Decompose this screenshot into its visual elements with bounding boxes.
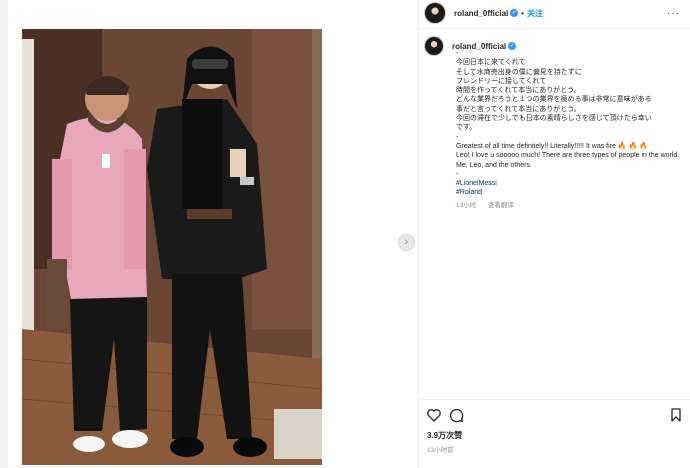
caption-line: 時間を作ってくれて本当にありがとう。 [456,87,581,95]
caption-line: です。 [456,124,477,132]
caption-english: Greatest of all time definitely!! Litera… [456,142,648,150]
caption-line: フレンドリーに接してくれて [456,77,547,85]
post-timestamp: 13小时前 [427,447,454,454]
hashtag-link[interactable]: #LionelMessi [456,179,688,188]
caption: roland_0fficial ✓ - 今回日本に来てくれて そして水商売出身の… [424,35,686,209]
caption-line: 今回日本に来てくれて [456,59,526,67]
caption-line: 事だと言ってくれて本当にありがとう。 [456,105,581,113]
caption-avatar[interactable] [424,36,444,56]
caption-english-2: Leo! I love u sooooo much! There are thr… [456,152,680,169]
caption-line: - [456,50,459,57]
post-photo[interactable] [22,29,322,465]
caption-line: 今回の滞在で少しでも日本の素晴らしさを感じて頂けたら幸い [456,115,652,123]
panel-divider [418,0,419,468]
heart-icon[interactable] [426,407,442,423]
likes-count[interactable]: 3.9万次赞 [427,430,462,441]
caption-time: 13小时 [456,201,477,209]
separator-dot: • [521,8,525,18]
post-media [12,22,412,465]
caption-line: どんな業界だろうと１つの業界を極める事は非常に意味がある [456,96,652,104]
see-translation-button[interactable]: 查看翻译 [488,202,514,209]
actions-divider [419,399,690,400]
left-margin [0,0,8,468]
caption-line: そして水商売出身の僕に偏見を持たずに [456,68,582,76]
caption-meta: 13小时 查看翻译 [456,201,688,210]
header-divider [419,28,690,29]
post-header: roland_0fficial ✓ • 关注 ··· [424,0,690,26]
verified-badge-icon: ✓ [510,9,519,17]
avatar[interactable] [424,2,446,24]
photo-image [22,29,322,465]
action-bar [426,407,684,423]
caption-line: - [456,170,459,178]
more-options-icon[interactable]: ··· [667,8,680,19]
caption-text: - 今回日本に来てくれて そして水商売出身の僕に偏見を持たずに フレンドリーに接… [456,49,688,210]
comment-icon[interactable] [448,407,464,423]
follow-button[interactable]: 关注 [527,8,543,19]
bookmark-icon[interactable] [668,407,684,423]
hashtag-link[interactable]: #Roland [456,188,688,197]
next-photo-button[interactable]: › [398,234,415,251]
chevron-right-icon: › [404,236,409,248]
caption-line: - [456,133,459,141]
username[interactable]: roland_0fficial [454,9,508,18]
